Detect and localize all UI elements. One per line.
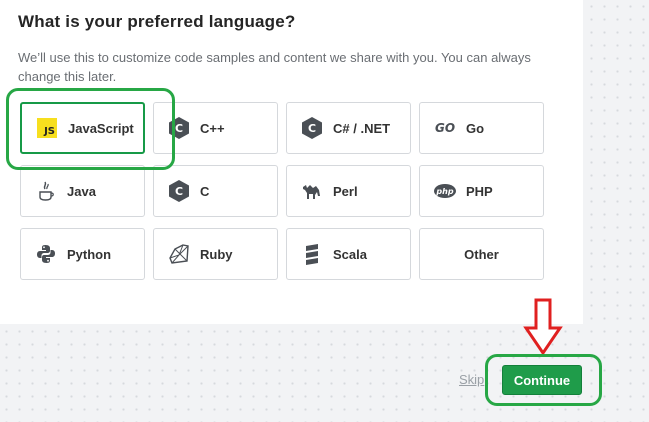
language-label: C++ — [200, 120, 225, 136]
language-label: Go — [466, 120, 485, 136]
language-label: JavaScript — [68, 120, 134, 136]
language-label: Python — [67, 246, 112, 262]
language-label: Other — [464, 246, 499, 262]
ruby-icon — [168, 243, 190, 265]
language-option-perl[interactable]: Perl — [286, 165, 411, 217]
cpp-icon: C — [168, 117, 190, 139]
scala-icon — [301, 243, 323, 265]
down-arrow-icon — [523, 298, 563, 356]
skip-link[interactable]: Skip — [459, 372, 484, 387]
language-panel: What is your preferred language? We’ll u… — [0, 0, 583, 324]
python-icon — [35, 243, 57, 265]
language-option-python[interactable]: Python — [20, 228, 145, 280]
language-option-c[interactable]: C C — [153, 165, 278, 217]
language-label: C# / .NET — [333, 120, 391, 136]
go-icon: GO — [434, 121, 456, 135]
language-label: Scala — [333, 246, 367, 262]
language-label: Ruby — [200, 246, 233, 262]
language-option-scala[interactable]: Scala — [286, 228, 411, 280]
language-option-java[interactable]: Java — [20, 165, 145, 217]
page-title: What is your preferred language? — [18, 12, 296, 31]
java-icon — [35, 180, 57, 202]
language-label: Java — [67, 183, 96, 199]
language-option-csharp[interactable]: C C# / .NET — [286, 102, 411, 154]
language-option-go[interactable]: GO Go — [419, 102, 544, 154]
language-option-php[interactable]: php PHP — [419, 165, 544, 217]
perl-camel-icon — [301, 180, 323, 202]
c-icon: C — [168, 180, 190, 202]
php-icon: php — [434, 180, 456, 202]
language-label: C — [200, 183, 210, 199]
page-description: We’ll use this to customize code samples… — [18, 50, 531, 84]
javascript-icon: JS — [36, 117, 58, 139]
language-option-javascript[interactable]: JS JavaScript — [20, 102, 145, 154]
csharp-icon: C — [301, 117, 323, 139]
language-label: Perl — [333, 183, 358, 199]
language-option-other[interactable]: Other — [419, 228, 544, 280]
language-option-cpp[interactable]: C C++ — [153, 102, 278, 154]
language-option-ruby[interactable]: Ruby — [153, 228, 278, 280]
continue-button[interactable]: Continue — [502, 365, 582, 395]
language-label: PHP — [466, 183, 493, 199]
